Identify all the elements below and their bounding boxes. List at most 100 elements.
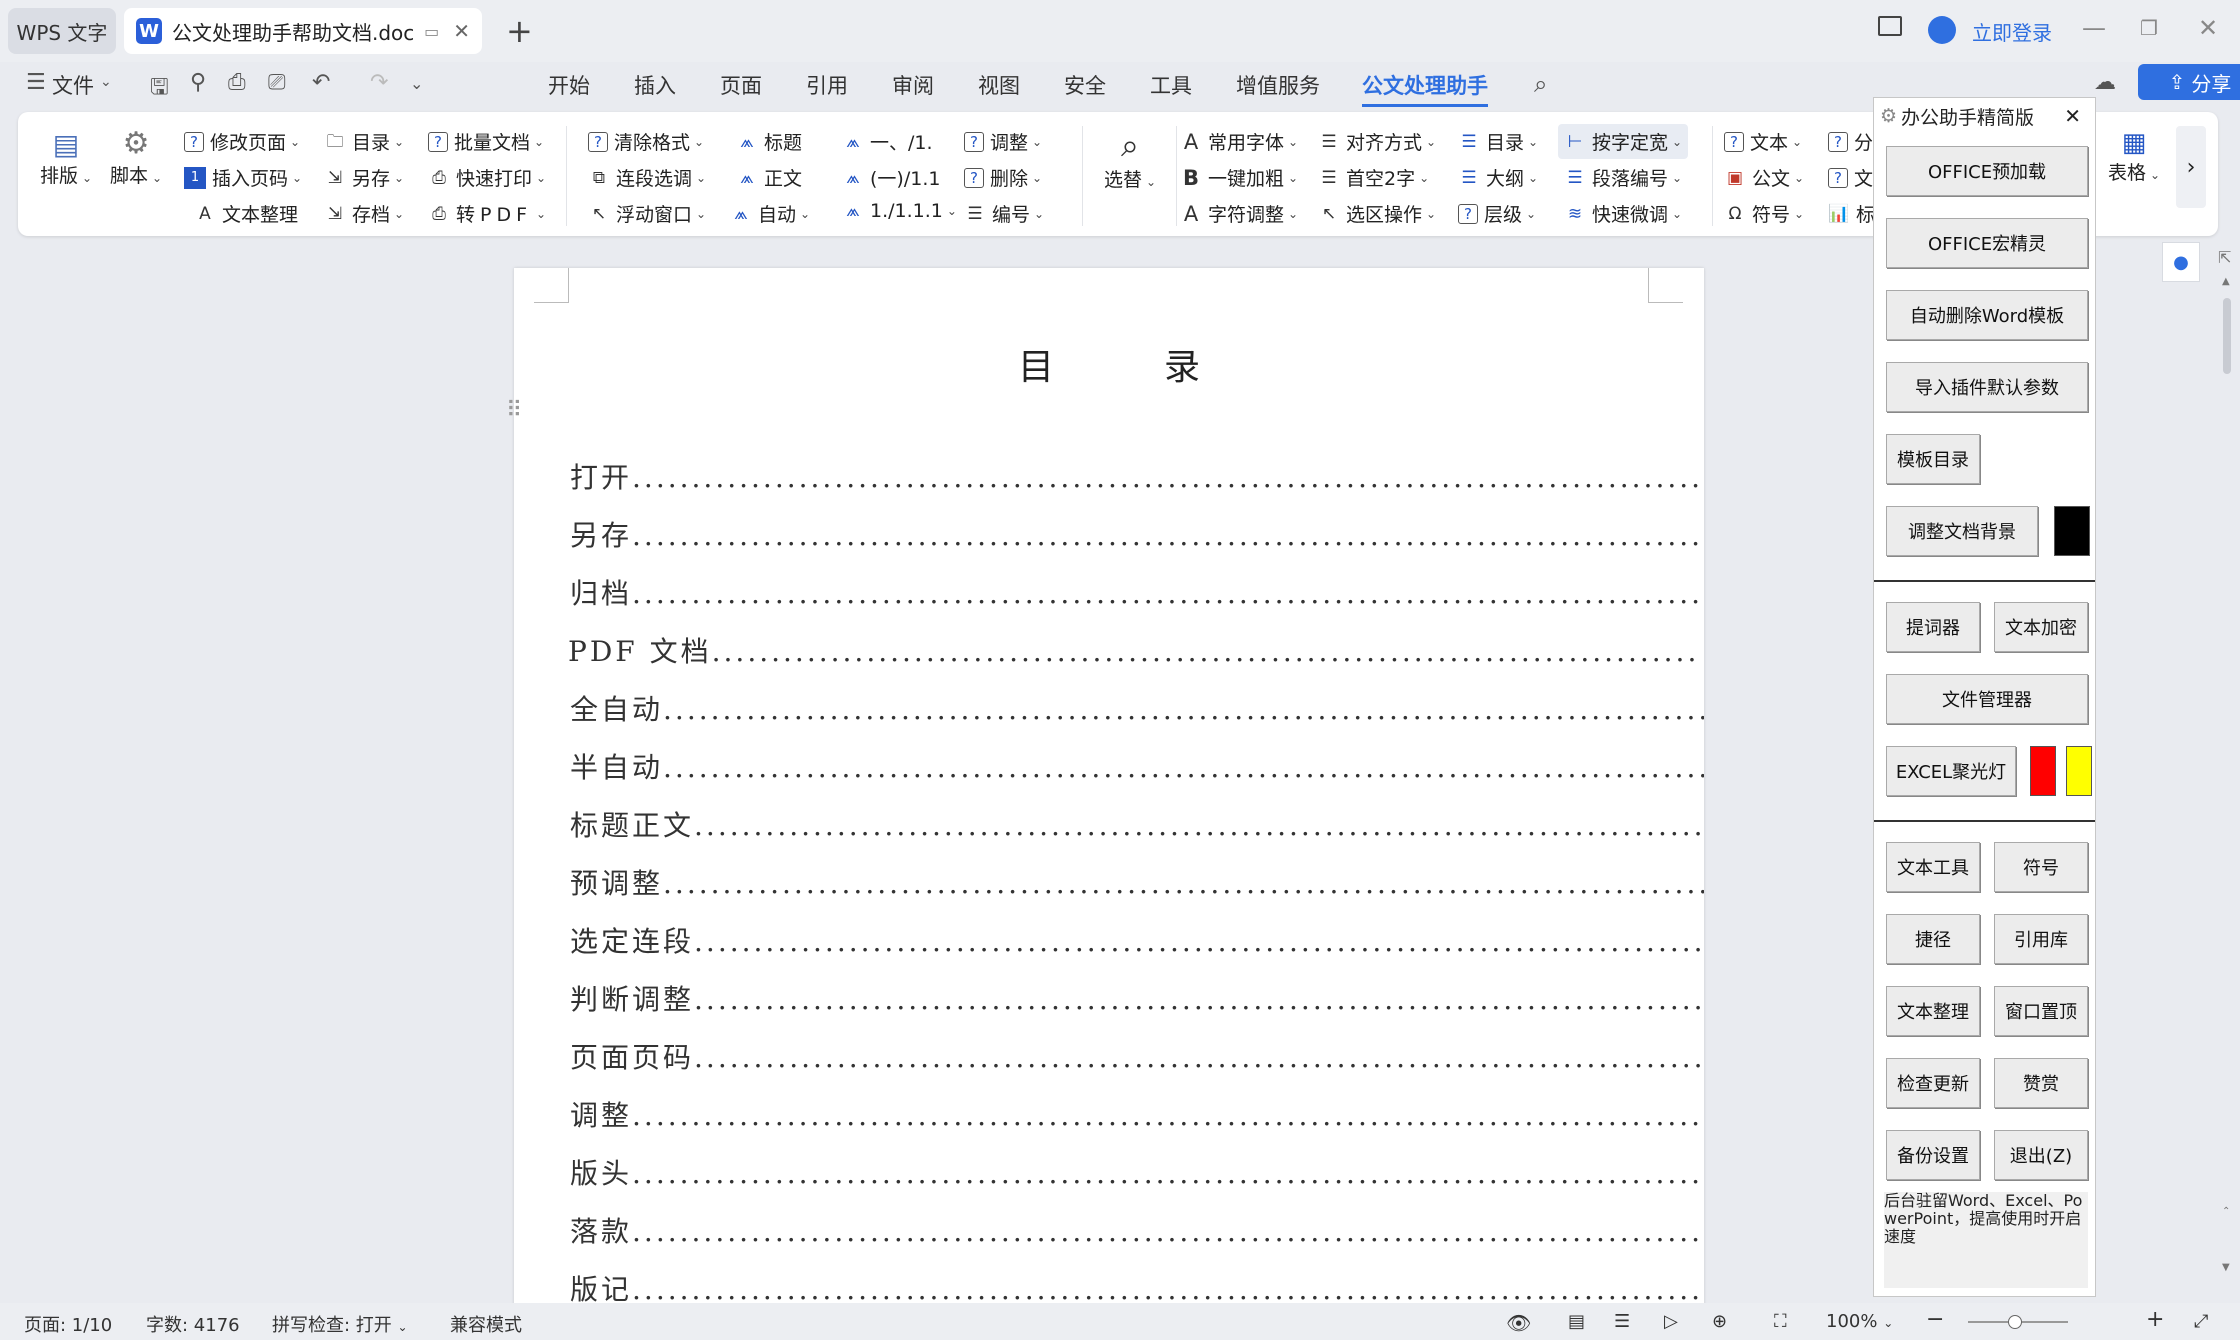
menu-item-value-added[interactable]: 增值服务 — [1236, 70, 1320, 100]
numbering-style-1-button[interactable]: ⩕ 一、/1. — [842, 128, 932, 155]
quick-print-button[interactable]: ⎙ 快速打印 ⌄ — [428, 164, 546, 191]
menu-item-tools[interactable]: 工具 — [1150, 70, 1192, 100]
doc-background-button[interactable]: 调整文档背景 — [1886, 506, 2038, 556]
toc-entry[interactable]: 页面页码....................................… — [570, 1036, 1704, 1076]
web-view-icon[interactable]: ⊕ — [1712, 1311, 1727, 1332]
search-icon[interactable]: ⌕ — [1534, 70, 1547, 98]
window-layout-icon[interactable] — [1878, 16, 1902, 36]
fixed-width-button[interactable]: ⊢ 按字定宽 ⌄ — [1558, 124, 1689, 159]
select-paragraphs-button[interactable]: ⧉ 连段选调 ⌄ — [588, 164, 706, 191]
share-button[interactable]: ⇪ 分享 — [2138, 64, 2240, 100]
toc-entry[interactable]: 判断调整....................................… — [570, 978, 1704, 1018]
undo-icon[interactable]: ↶ — [312, 70, 330, 95]
one-click-bold-button[interactable]: B 一键加粗 ⌄ — [1180, 164, 1298, 191]
find-replace-button[interactable]: ⌕ 选替 ⌄ — [1086, 126, 1174, 192]
insert-page-number-button[interactable]: 1 插入页码 ⌄ — [184, 164, 302, 191]
mark-button[interactable]: 📊 标 — [1828, 200, 1875, 227]
numbering-button[interactable]: ☰ 编号 ⌄ — [964, 200, 1044, 227]
quote-library-button[interactable]: 引用库 — [1994, 914, 2088, 964]
tab-document[interactable]: W 公文处理助手帮助文档.doc ▭ ✕ — [124, 8, 482, 54]
zoom-dropdown[interactable]: 100% ⌄ — [1826, 1311, 1893, 1332]
spotlight-yellow-swatch[interactable] — [2066, 746, 2092, 796]
char-adjust-button[interactable]: A 字符调整 ⌄ — [1180, 200, 1298, 227]
text-tools-button[interactable]: 文本工具 — [1886, 842, 1980, 892]
outline-button[interactable]: ☰ 大纲 ⌄ — [1458, 164, 1538, 191]
monitor-icon[interactable]: ▭ — [424, 22, 439, 41]
pin-window-button[interactable]: 窗口置顶 — [1994, 986, 2088, 1036]
body-text-button[interactable]: ⩕ 正文 — [736, 164, 802, 191]
selection-ops-button[interactable]: ↖ 选区操作 ⌄ — [1318, 200, 1436, 227]
text2-button[interactable]: ? 文 — [1828, 164, 1873, 191]
auto-button[interactable]: ⩕ 自动 ⌄ — [730, 200, 810, 227]
import-defaults-button[interactable]: 导入插件默认参数 — [1886, 362, 2088, 412]
office-preload-button[interactable]: OFFICE预加载 — [1886, 146, 2088, 196]
menu-item-security[interactable]: 安全 — [1064, 70, 1106, 100]
vertical-scrollbar[interactable]: ▲ ⌃ ▼ — [2222, 276, 2232, 1276]
split-button[interactable]: ? 分 — [1828, 128, 1873, 155]
cloud-upload-icon[interactable]: ☁ — [2094, 70, 2116, 95]
common-font-button[interactable]: A 常用字体 ⌄ — [1180, 128, 1298, 155]
minimize-icon[interactable]: — — [2082, 14, 2106, 42]
print-icon[interactable]: ⎙ — [228, 70, 246, 95]
exit-button[interactable]: 退出(Z) — [1994, 1130, 2088, 1180]
document-page[interactable]: 目录 打开...................................… — [514, 268, 1704, 1340]
fine-tune-button[interactable]: ≋ 快速微调 ⌄ — [1564, 200, 1682, 227]
new-tab-icon[interactable]: + — [506, 12, 533, 50]
adjust-button[interactable]: ? 调整 ⌄ — [964, 128, 1042, 155]
zoom-out-icon[interactable]: − — [1926, 1307, 1944, 1332]
toc-entry[interactable]: 落款......................................… — [570, 1210, 1704, 1250]
close-panel-icon[interactable]: ✕ — [2064, 104, 2081, 128]
batch-doc-button[interactable]: ? 批量文档 ⌄ — [428, 128, 544, 155]
ribbon-scroll-right[interactable]: › — [2176, 126, 2206, 208]
toc-entry[interactable]: 预调整.....................................… — [570, 862, 1704, 902]
fit-page-icon[interactable]: ⛶ — [1774, 1311, 1787, 1332]
menu-item-start[interactable]: 开始 — [548, 70, 590, 100]
indent-2-chars-button[interactable]: ☰ 首空2字 ⌄ — [1318, 164, 1429, 191]
alignment-button[interactable]: ☰ 对齐方式 ⌄ — [1318, 128, 1436, 155]
auto-delete-template-button[interactable]: 自动删除Word模板 — [1886, 290, 2088, 340]
close-tab-icon[interactable]: ✕ — [453, 19, 470, 43]
template-toc-button[interactable]: 模板目录 — [1886, 434, 1980, 484]
toc-entry[interactable]: 标题正文....................................… — [570, 804, 1704, 844]
floating-window-button[interactable]: ↖ 浮动窗口 ⌄ — [588, 200, 706, 227]
excel-spotlight-button[interactable]: EXCEL聚光灯 — [1886, 746, 2016, 796]
symbol-button[interactable]: Ω 符号 ⌄ — [1724, 200, 1805, 227]
eye-icon[interactable]: 👁 — [1506, 1311, 1531, 1335]
toc-entry[interactable]: 归档......................................… — [570, 572, 1704, 612]
menu-item-reference[interactable]: 引用 — [806, 70, 848, 100]
redo-icon[interactable]: ↷ — [370, 70, 388, 95]
save-icon[interactable]: 🖫 — [150, 70, 169, 108]
check-update-button[interactable]: 检查更新 — [1886, 1058, 1980, 1108]
zoom-slider-thumb[interactable] — [2008, 1315, 2022, 1329]
prev-page-icon[interactable]: ⌃ — [2222, 1206, 2230, 1217]
modify-page-button[interactable]: ? 修改页面 ⌄ — [184, 128, 300, 155]
toc-entry[interactable]: 半自动.....................................… — [570, 746, 1704, 786]
numbering-style-3-button[interactable]: ⩕ 1./1.1.1 ⌄ — [842, 200, 957, 222]
play-icon[interactable]: ▷ — [1664, 1311, 1678, 1332]
table-button[interactable]: ▦ 表格 ⌄ — [2108, 128, 2160, 185]
text-encrypt-button[interactable]: 文本加密 — [1994, 602, 2088, 652]
file-manager-button[interactable]: 文件管理器 — [1886, 674, 2088, 724]
outline-view-icon[interactable]: ☰ — [1614, 1311, 1630, 1332]
symbol-button[interactable]: 符号 — [1994, 842, 2088, 892]
side-toggle-icon[interactable]: ⇱ — [2218, 248, 2231, 267]
toc-button[interactable]: 🗀 目录 ⌄ — [324, 128, 405, 155]
toc-entry[interactable]: 选定连段....................................… — [570, 920, 1704, 960]
menu-item-insert[interactable]: 插入 — [634, 70, 676, 100]
hamburger-icon[interactable]: ☰ — [26, 70, 46, 95]
word-count[interactable]: 字数: 4176 — [146, 1311, 240, 1337]
restore-icon[interactable]: ❐ — [2140, 16, 2158, 40]
background-color-swatch[interactable] — [2054, 506, 2090, 556]
drag-handle-icon[interactable]: ⠿ — [506, 398, 522, 423]
tab-wps-home[interactable]: WPS 文字 — [8, 8, 116, 54]
donate-button[interactable]: 赞赏 — [1994, 1058, 2088, 1108]
page-indicator[interactable]: 页面: 1/10 — [24, 1311, 112, 1337]
file-menu[interactable]: 文件 — [52, 70, 94, 100]
fullscreen-icon[interactable]: ⤢ — [2194, 1311, 2208, 1332]
clear-format-button[interactable]: ? 清除格式 ⌄ — [588, 128, 704, 155]
menu-item-view[interactable]: 视图 — [978, 70, 1020, 100]
shortcut-button[interactable]: 捷径 — [1886, 914, 1980, 964]
scroll-up-icon[interactable]: ▲ — [2222, 276, 2230, 287]
to-pdf-button[interactable]: ⎙ 转PDF ⌄ — [428, 200, 546, 227]
location-pin-button[interactable]: ● — [2162, 242, 2200, 282]
